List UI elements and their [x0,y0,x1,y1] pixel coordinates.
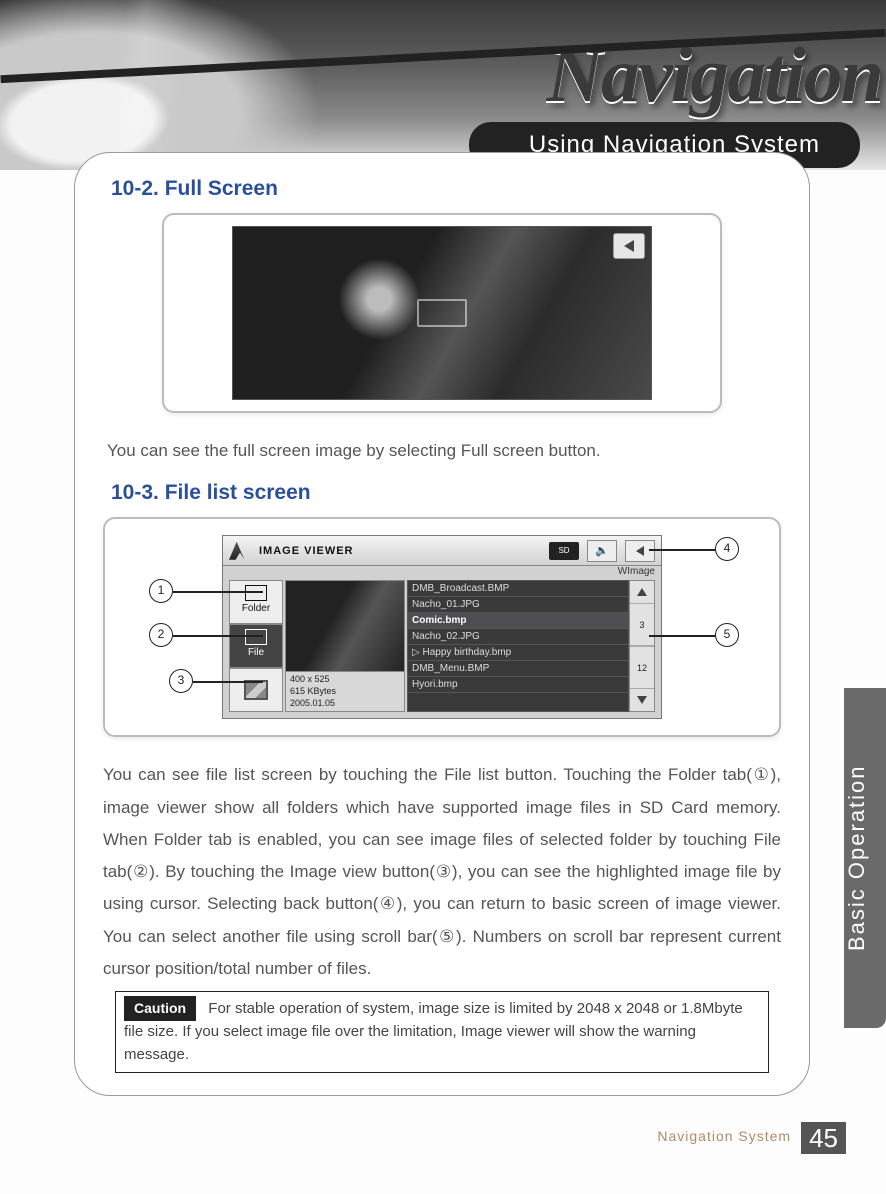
back-button[interactable] [613,233,645,259]
meta-dim: 400 x 525 [290,674,400,686]
callout-3: 3 [169,669,193,693]
caution-text: For stable operation of system, image si… [124,1000,743,1063]
fullscreen-photo [232,226,652,400]
list-item[interactable]: DMB_Broadcast.BMP [408,581,628,597]
image-view-button[interactable] [229,668,283,712]
file-list[interactable]: DMB_Broadcast.BMPNacho_01.JPGComic.bmpNa… [407,580,629,712]
figure-fullscreen [162,213,722,413]
callout-2: 2 [149,623,173,647]
scroll-bar[interactable]: 3 12 [629,580,655,712]
scroll-down-icon[interactable] [630,689,654,711]
brand-wordmark: Navigation [547,30,882,120]
caution-box: Caution For stable operation of system, … [115,991,769,1073]
scroll-up-icon[interactable] [630,581,654,603]
meta-size: 615 KBytes [290,686,400,698]
section-body-10-2: You can see the full screen image by sel… [107,435,777,467]
list-item[interactable]: Nacho_01.JPG [408,597,628,613]
folder-tab[interactable]: Folder [229,580,283,624]
list-item[interactable]: DMB_Menu.BMP [408,661,628,677]
app-logo-icon [229,542,251,560]
app-title: IMAGE VIEWER [259,545,354,557]
scroll-total: 12 [630,646,654,689]
list-item[interactable]: Hyori.bmp [408,677,628,693]
file-tab[interactable]: File [229,624,283,668]
wimage-label: WImage [618,566,655,577]
footer-label: Navigation System [647,1122,801,1154]
file-tab-label: File [248,647,264,658]
page-footer: Navigation System 45 [647,1122,846,1154]
section-body-10-3: You can see file list screen by touching… [103,759,781,985]
meta-date: 2005.01.05 [290,698,400,710]
folder-icon [245,585,267,601]
left-tab-column: Folder File [229,580,283,712]
sd-card-icon: SD [549,542,579,560]
scroll-pos: 3 [630,603,654,646]
list-item[interactable]: Nacho_02.JPG [408,629,628,645]
sound-icon[interactable]: 🔈 [587,540,617,562]
section-title-10-2: 10-2. Full Screen [111,177,781,201]
preview-column: 400 x 525 615 KBytes 2005.01.05 [285,580,405,712]
titlebar: IMAGE VIEWER SD 🔈 [223,536,661,566]
section-side-tab: Basic Operation [844,688,886,1028]
figure-filelist: IMAGE VIEWER SD 🔈 WImage Folder File [103,517,781,737]
image-viewer-window: IMAGE VIEWER SD 🔈 WImage Folder File [222,535,662,719]
preview-meta: 400 x 525 615 KBytes 2005.01.05 [285,672,405,712]
content-panel: 10-2. Full Screen You can see the full s… [74,152,810,1096]
list-item[interactable]: Happy birthday.bmp [408,645,628,661]
page-number: 45 [801,1122,846,1154]
preview-thumbnail [285,580,405,672]
section-title-10-3: 10-3. File list screen [111,481,781,505]
list-item[interactable]: Comic.bmp [408,613,628,629]
callout-1: 1 [149,579,173,603]
titlebar-back-button[interactable] [625,540,655,562]
caution-tag: Caution [124,996,196,1021]
file-icon [245,629,267,645]
folder-tab-label: Folder [242,603,270,614]
callout-5: 5 [715,623,739,647]
callout-4: 4 [715,537,739,561]
